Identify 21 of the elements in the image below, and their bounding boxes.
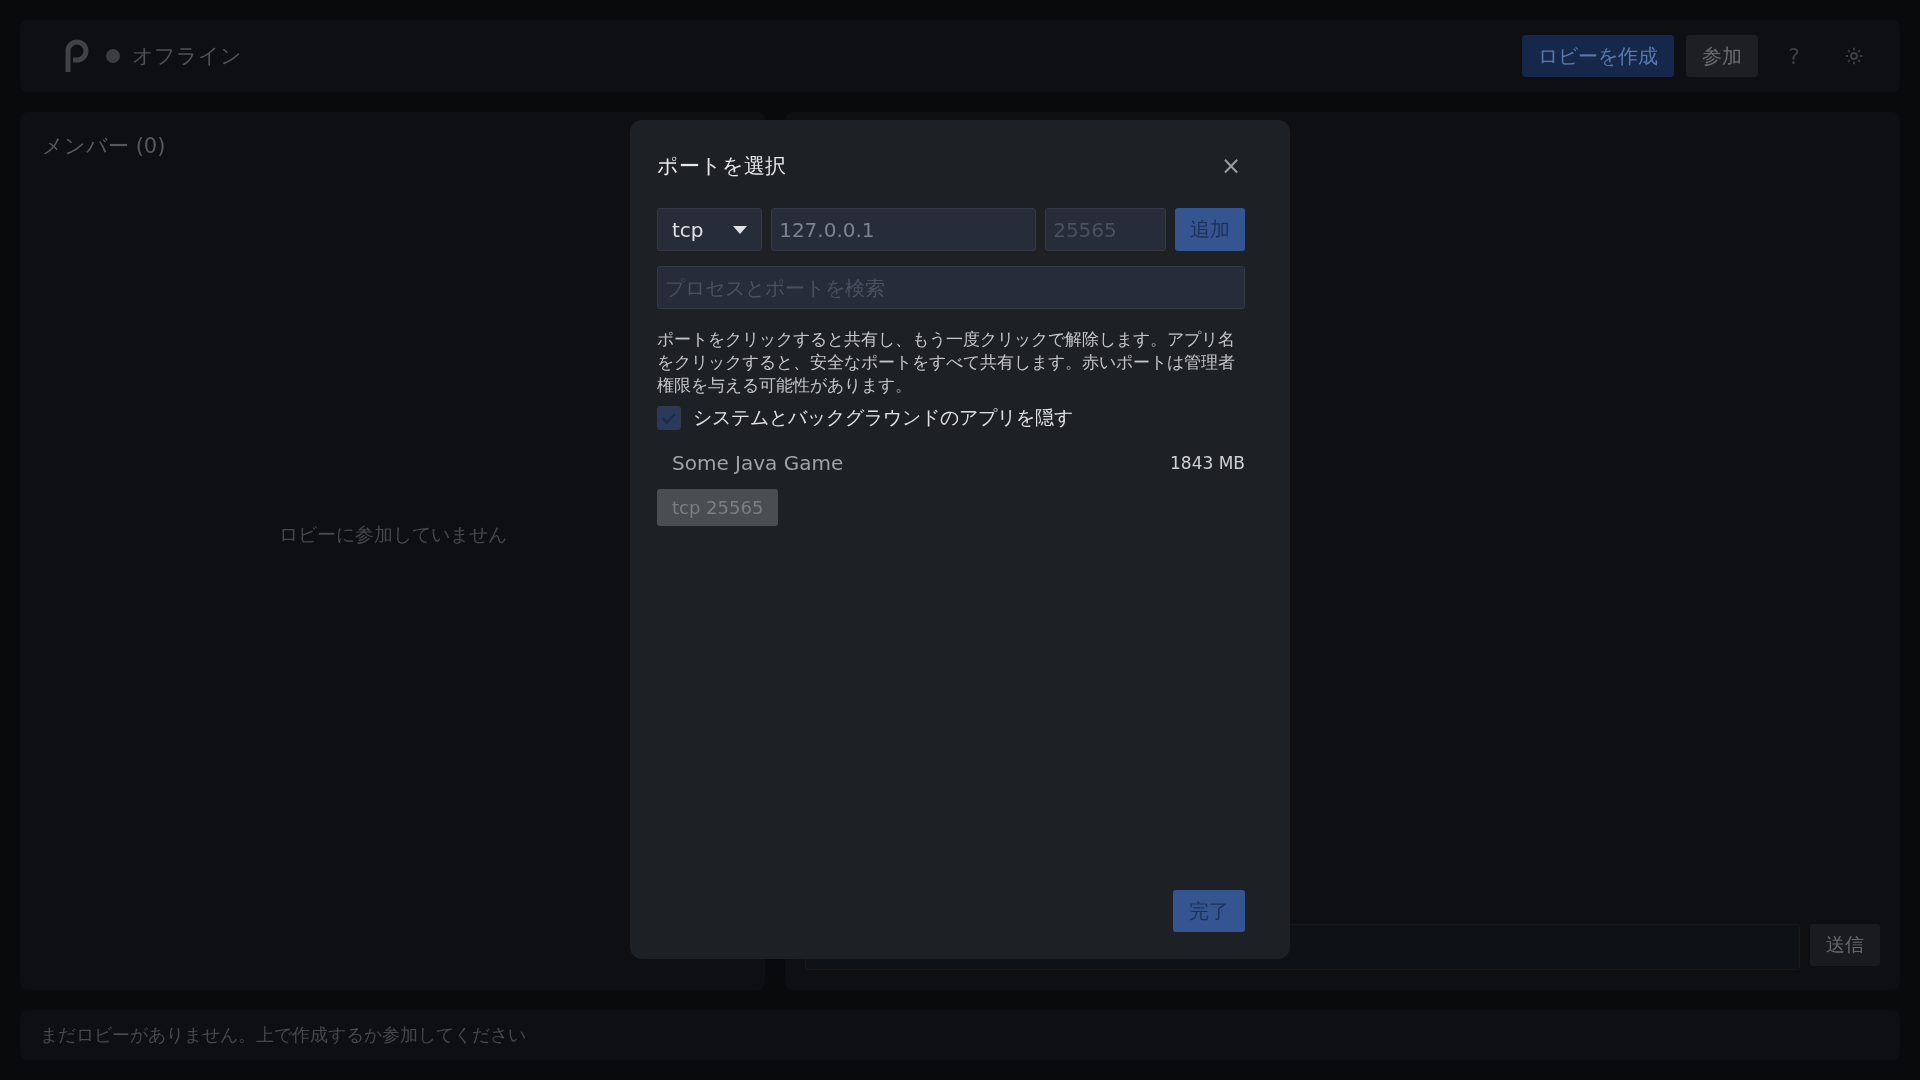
app-memory: 1843 MB bbox=[1170, 453, 1245, 473]
send-button[interactable]: 送信 bbox=[1810, 924, 1880, 966]
caret-icon bbox=[733, 225, 748, 234]
members-title: メンバー (0) bbox=[42, 133, 166, 160]
address-field[interactable]: 127.0.0.1 bbox=[771, 208, 1037, 251]
add-button[interactable]: 追加 bbox=[1175, 208, 1245, 251]
done-button[interactable]: 完了 bbox=[1173, 890, 1245, 932]
checkbox-label: システムとバックグラウンドのアプリを隠す bbox=[693, 405, 1073, 430]
app-name[interactable]: Some Java Game bbox=[672, 451, 844, 475]
settings-icon bbox=[1844, 46, 1864, 66]
dialog-title: ポートを選択 bbox=[657, 153, 786, 180]
protocol-select[interactable]: tcp bbox=[657, 208, 763, 251]
status-bar: まだロビーがありません。上で作成するか参加してください bbox=[20, 1010, 1900, 1060]
help-text: ポートをクリックすると共有し、もう一度クリックで解除します。アプリ名をクリックすると、安全なポートをすべて共有します。赤いポートは管理者権限を与える可能性があります。 bbox=[657, 329, 1236, 397]
empty-message: ロビーに参加していません bbox=[278, 522, 507, 547]
close-button[interactable]: × bbox=[1216, 152, 1245, 180]
create-lobby-button[interactable]: ロビーを作成 bbox=[1522, 35, 1674, 77]
help-button[interactable]: ? bbox=[1770, 35, 1818, 77]
status-label: オフライン bbox=[132, 43, 242, 70]
checkbox[interactable] bbox=[657, 406, 681, 430]
join-button[interactable]: 参加 bbox=[1686, 35, 1758, 77]
